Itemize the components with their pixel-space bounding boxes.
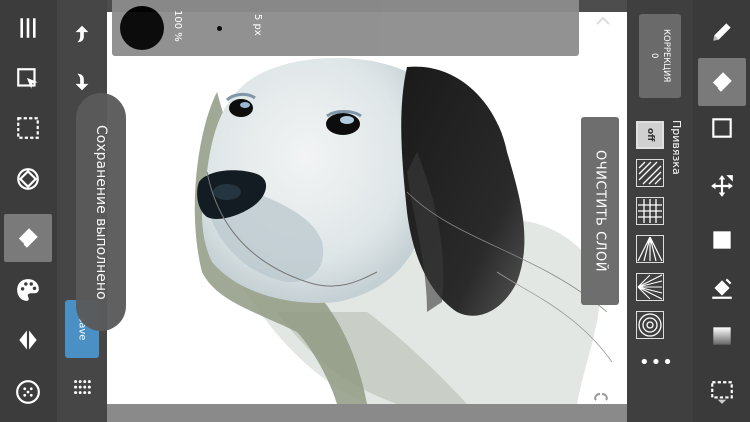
square-outline-icon (712, 118, 732, 138)
gradient-tool-button[interactable] (698, 312, 746, 360)
clear-layer-button[interactable]: ОЧИСТИТЬ СЛОЙ (581, 117, 619, 305)
concentric-circles-icon (638, 313, 662, 337)
grid-icon (638, 199, 662, 223)
paint-bucket-icon (712, 278, 732, 299)
drawing-canvas[interactable] (107, 12, 627, 404)
grid-dots-icon (74, 380, 91, 395)
menu-button[interactable] (4, 4, 52, 52)
eraser-icon (711, 72, 732, 92)
rotate-icon (17, 168, 39, 190)
palette-icon (17, 279, 39, 301)
eraser-tool-button[interactable] (4, 214, 52, 262)
rotate-canvas-button[interactable] (4, 155, 52, 203)
move-tool-button[interactable] (698, 162, 746, 210)
eraser-tool-button-right[interactable] (698, 58, 746, 106)
snap-grid-button[interactable] (636, 197, 664, 225)
snap-panel: КОРРЕКЦИЯ 0 Привязка off ••• (627, 0, 693, 422)
transform-button[interactable] (4, 55, 52, 103)
fill-square-icon (713, 231, 731, 249)
toast-notification: Сохранение выполнено (76, 93, 126, 331)
shape-tool-button[interactable] (698, 104, 746, 152)
menu-circle-button[interactable] (4, 368, 52, 416)
snap-label: Привязка (670, 120, 683, 175)
redo-arrow-icon (75, 73, 89, 91)
snap-parallel-button[interactable] (636, 159, 664, 187)
selection-tool-button[interactable] (698, 368, 746, 416)
collapse-chevron-icon[interactable] (595, 14, 611, 26)
fill-tool-button[interactable] (698, 216, 746, 264)
radial-lines-icon (637, 274, 663, 300)
layers-icon (19, 329, 37, 351)
more-options-button[interactable]: ••• (639, 352, 674, 373)
snap-off-button[interactable]: off (636, 121, 664, 149)
correction-button[interactable]: КОРРЕКЦИЯ 0 (639, 14, 681, 98)
undo-button[interactable] (59, 14, 105, 54)
snap-perspective-button[interactable] (636, 235, 664, 263)
transform-icon (17, 68, 38, 89)
dashed-selection-icon (711, 381, 733, 404)
left-toolbar (0, 0, 57, 422)
menu-icon (20, 18, 36, 38)
gradient-icon (713, 327, 731, 345)
dot-grid-icon (16, 380, 40, 404)
brush-size-value[interactable]: 5 px (252, 14, 263, 36)
palette-button[interactable] (4, 266, 52, 314)
right-toolbar (693, 0, 750, 422)
clear-layer-label: ОЧИСТИТЬ СЛОЙ (592, 150, 608, 272)
grid-menu-button[interactable] (59, 368, 105, 408)
link-icon[interactable] (592, 390, 612, 404)
selection-button[interactable] (4, 104, 52, 152)
snap-radial-button[interactable] (636, 273, 664, 301)
brush-preview-small[interactable] (217, 26, 222, 31)
dog-painting (194, 58, 613, 404)
perspective-lines-icon (637, 236, 663, 262)
brush-preview-large[interactable] (120, 6, 164, 50)
snap-concentric-button[interactable] (636, 311, 664, 339)
selection-icon (17, 117, 39, 139)
eraser-icon (17, 228, 38, 248)
canvas-bottom-strip (107, 404, 627, 422)
brush-opacity-value[interactable]: 100 % (172, 10, 183, 42)
brush-settings-bar: 100 % 5 px (112, 0, 579, 56)
pencil-tool-button[interactable] (698, 8, 746, 56)
pencil-icon (713, 23, 731, 41)
layers-button[interactable] (4, 316, 52, 364)
parallel-lines-icon (638, 161, 662, 185)
toast-message: Сохранение выполнено (93, 124, 109, 300)
bucket-tool-button[interactable] (698, 264, 746, 312)
snap-off-label: off (645, 128, 655, 142)
move-icon (711, 175, 733, 197)
correction-label: КОРРЕКЦИЯ 0 (649, 29, 671, 83)
undo-arrow-icon (75, 25, 89, 43)
app-root: save 100 % 5 px Сохранение выполнено ОЧИ… (0, 0, 750, 422)
